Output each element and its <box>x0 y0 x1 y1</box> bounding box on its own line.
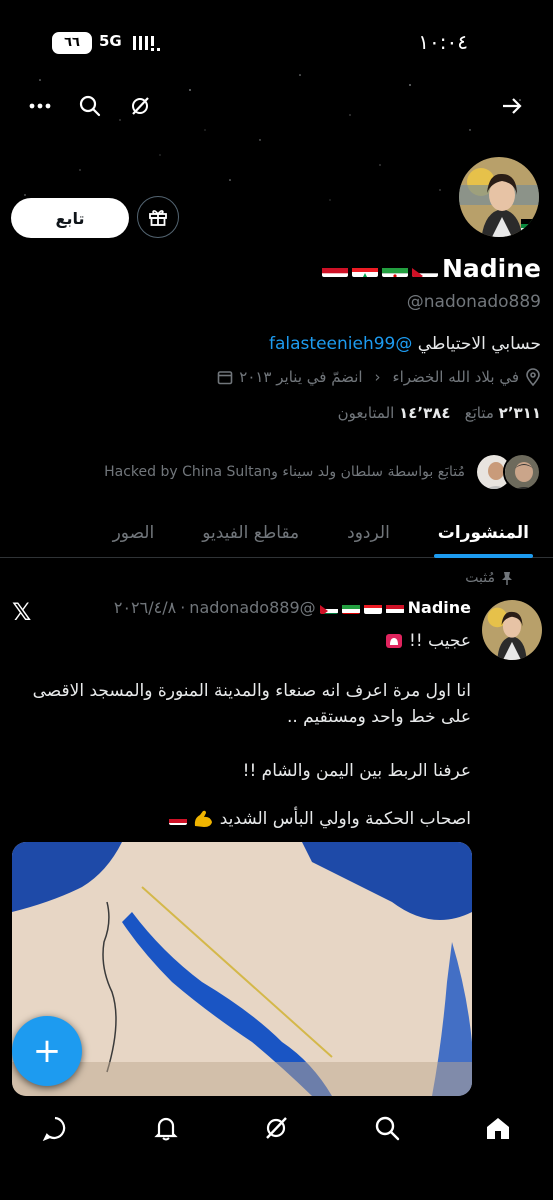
post-text-4: اصحاب الحكمة واولي البأس الشديد <box>219 809 471 829</box>
battery-indicator: ٦٦ <box>52 32 92 54</box>
pinned-indicator: مُثبت <box>465 570 513 586</box>
tab-posts[interactable]: المنشورات <box>414 508 553 558</box>
yemen-flag-icon <box>168 813 187 825</box>
grok-icon[interactable] <box>256 1108 296 1148</box>
siren-icon <box>384 632 404 650</box>
followers-label: المتابعون <box>337 404 395 422</box>
profile-avatar[interactable] <box>456 154 542 240</box>
following-stat[interactable]: ٢٬٣١١ متابَع <box>465 404 541 422</box>
network-type: 5G <box>99 32 122 50</box>
bio-mention-link[interactable]: @falasteenieh99 <box>269 334 412 354</box>
tab-photos[interactable]: الصور <box>89 508 179 558</box>
search-icon[interactable] <box>72 88 108 124</box>
profile-bio: حسابي الاحتياطي @falasteenieh99 <box>269 334 541 354</box>
bio-text: حسابي الاحتياطي <box>412 334 541 354</box>
lebanon-flag-icon <box>363 602 382 614</box>
following-count: ٢٬٣١١ <box>498 404 541 422</box>
post-date[interactable]: ٢٠٢٦/٤/٨ <box>114 598 176 617</box>
post-line-2: انا اول مرة اعرف انه صنعاء والمدينة المن… <box>32 681 471 727</box>
follower-avatar <box>503 453 541 491</box>
yemen-flag-icon <box>321 261 348 277</box>
tab-videos[interactable]: مقاطع الفيديو <box>178 508 323 558</box>
follow-button[interactable]: تابع <box>11 198 129 238</box>
chevron-left-icon: ‹ <box>374 368 381 386</box>
following-label: متابَع <box>464 404 494 422</box>
post-text-1: عجيب !! <box>409 631 471 651</box>
followers-count: ١٤٬٣٨٤ <box>399 404 451 422</box>
followers-stat[interactable]: ١٤٬٣٨٤ المتابعون <box>338 404 451 422</box>
flexed-biceps-icon <box>192 809 214 829</box>
followed-by-text: مُتابَع بواسطة سلطان ولد سيناء وHacked b… <box>104 464 465 480</box>
post-line-1: عجيب !! <box>31 628 471 654</box>
joined-text: انضمّ في يناير ٢٠١٣ <box>239 368 363 386</box>
display-name: Nadine <box>441 254 541 283</box>
post-author-handle[interactable]: @nadonado889 <box>189 598 315 617</box>
post-author-avatar[interactable] <box>482 600 542 660</box>
profile-name: Nadine <box>321 254 541 283</box>
separator-dot: · <box>180 598 186 617</box>
messages-icon[interactable] <box>35 1108 75 1148</box>
grok-icon[interactable] <box>122 88 158 124</box>
signal-icon <box>133 36 160 51</box>
profile-handle: @nadonado889 <box>406 292 541 312</box>
pin-icon <box>502 572 512 585</box>
palestine-flag-icon <box>319 602 338 614</box>
iran-flag-icon <box>381 261 408 277</box>
yemen-flag-icon <box>385 602 404 614</box>
post-author-name[interactable]: Nadine <box>408 598 471 617</box>
x-logo-icon: 𝕏 <box>12 598 32 626</box>
gift-button[interactable] <box>137 196 179 238</box>
post-header: Nadine @nadonado889 · ٢٠٢٦/٤/٨ <box>114 598 471 617</box>
home-icon[interactable] <box>478 1108 518 1148</box>
status-bar: ٦٦ 5G ١٠:٠٤ <box>0 28 553 56</box>
gift-icon <box>149 210 167 226</box>
followed-by[interactable]: مُتابَع بواسطة سلطان ولد سيناء وHacked b… <box>104 452 541 492</box>
profile-topbar <box>0 88 553 128</box>
back-arrow-icon[interactable] <box>494 88 530 124</box>
iran-flag-icon <box>341 602 360 614</box>
tab-replies[interactable]: الردود <box>323 508 414 558</box>
notifications-icon[interactable] <box>146 1108 186 1148</box>
profile-tabs: المنشورات الردود مقاطع الفيديو الصور <box>0 508 553 558</box>
bottom-navigation <box>0 1096 553 1160</box>
clock: ١٠:٠٤ <box>418 30 468 54</box>
compose-post-button[interactable]: + <box>12 1016 82 1086</box>
palestine-flag-icon <box>411 261 438 277</box>
lebanon-flag-icon <box>351 261 378 277</box>
system-home-bar <box>0 1160 553 1200</box>
search-icon[interactable] <box>367 1108 407 1148</box>
profile-stats: ٢٬٣١١ متابَع ١٤٬٣٨٤ المتابعون <box>338 404 541 422</box>
post-line-3: عرفنا الربط بين اليمن والشام !! <box>242 761 471 781</box>
location-icon <box>526 368 540 386</box>
pinned-label: مُثبت <box>465 570 495 586</box>
location-text: في بلاد الله الخضراء <box>392 368 519 386</box>
post-line-4: اصحاب الحكمة واولي البأس الشديد <box>31 806 471 832</box>
more-icon[interactable] <box>22 88 58 124</box>
profile-meta: في بلاد الله الخضراء ‹ انضمّ في يناير ٢٠… <box>217 368 541 386</box>
calendar-icon <box>217 371 233 385</box>
